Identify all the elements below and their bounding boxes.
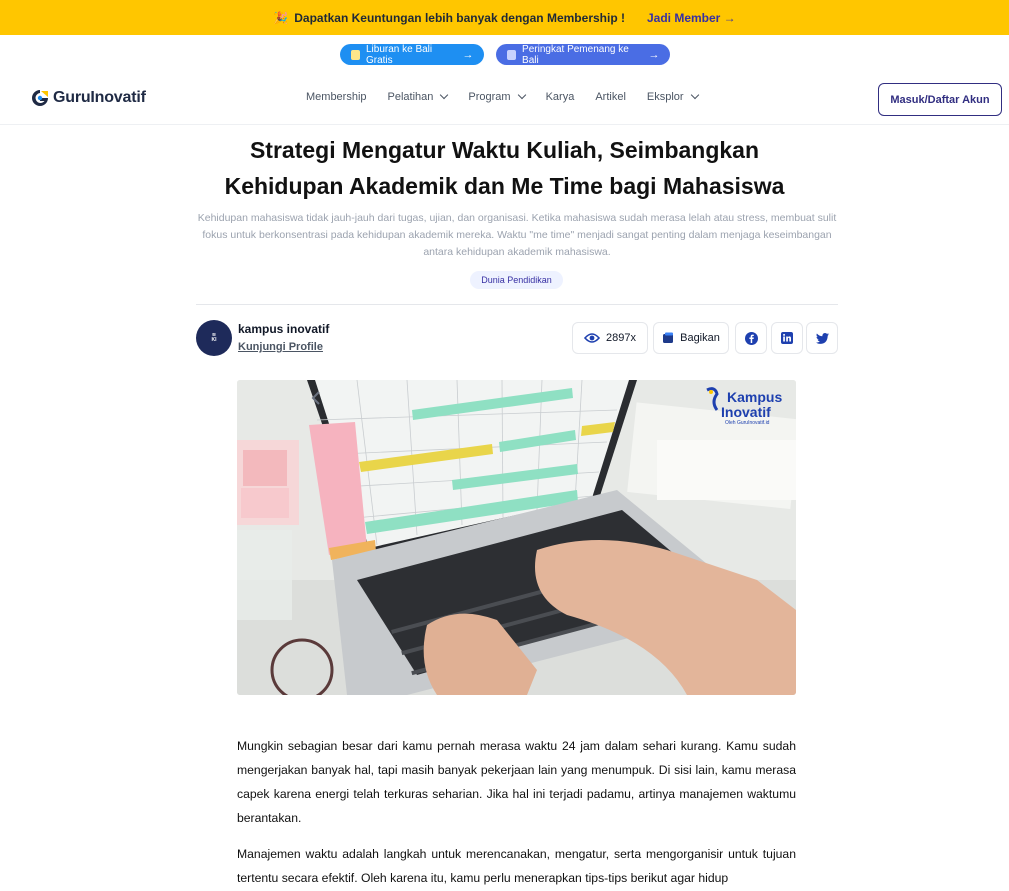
watermark-sub: Oleh GuruInovatif.id: [725, 420, 770, 426]
nav-item-eksplor[interactable]: Eksplor: [646, 90, 699, 103]
linkedin-share-button[interactable]: [771, 322, 803, 354]
nav-item-program[interactable]: Program: [468, 90, 526, 103]
visit-profile-link[interactable]: Kunjungi Profile: [238, 341, 323, 353]
article-paragraph: Manajemen waktu adalah langkah untuk mer…: [237, 847, 796, 885]
avatar[interactable]: ≋ KI: [196, 320, 232, 356]
avatar-logo-icon: ≋ KI: [211, 332, 217, 343]
nav-item-karya[interactable]: Karya: [546, 91, 575, 103]
promo-bar: 🎉 Dapatkan Keuntungan lebih banyak denga…: [0, 0, 1009, 35]
bali-holiday-pill[interactable]: Liburan ke Bali Gratis →: [339, 43, 484, 66]
twitter-share-button[interactable]: [806, 322, 838, 354]
nav-label: Membership: [306, 91, 367, 103]
nav-label: Program: [468, 91, 511, 103]
nav-label: Karya: [545, 91, 575, 103]
chevron-down-icon: [440, 90, 449, 100]
watermark-line-2: Inovatif: [721, 404, 771, 420]
article-title: Strategi Mengatur Waktu Kuliah, Seimbang…: [150, 132, 859, 204]
view-count-text: 2897x: [606, 332, 636, 344]
view-count: 2897x: [572, 322, 648, 354]
brand-name: GuruInovatif: [53, 89, 146, 106]
facebook-icon: [744, 331, 758, 345]
chevron-down-icon: [517, 90, 526, 100]
laptop-calendar-illustration: Kampus Inovatif Oleh GuruInovatif.id: [237, 380, 796, 695]
eye-icon: [584, 333, 600, 343]
join-member-link[interactable]: Jadi Member →: [647, 11, 736, 25]
share-icon: [663, 332, 674, 343]
winner-ranking-pill[interactable]: Peringkat Pemenang ke Bali →: [495, 43, 670, 66]
party-popper-icon: 🎉: [273, 10, 289, 25]
author-name[interactable]: kampus inovatif: [238, 322, 329, 336]
nav-menu: Membership Pelatihan Program Karya Artik…: [306, 90, 699, 103]
promo-text: Dapatkan Keuntungan lebih banyak dengan …: [294, 10, 625, 25]
watermark-line-1: Kampus: [727, 389, 782, 405]
pill-label: Peringkat Pemenang ke Bali: [522, 43, 629, 66]
nav-item-membership[interactable]: Membership: [306, 91, 367, 103]
chevron-down-icon: [690, 90, 699, 100]
promo-pills: Liburan ke Bali Gratis → Peringkat Pemen…: [0, 43, 1009, 66]
category-tag[interactable]: Dunia Pendidikan: [470, 271, 563, 289]
nav-label: Artikel: [595, 91, 626, 103]
share-label: Bagikan: [680, 332, 720, 344]
brand-logo[interactable]: GuruInovatif: [30, 88, 146, 108]
chart-icon: [506, 49, 517, 60]
article-paragraph: Mungkin sebagian besar dari kamu pernah …: [237, 739, 796, 825]
article-excerpt: Kehidupan mahasiswa tidak jauh-jauh dari…: [197, 212, 837, 258]
twitter-icon: [815, 332, 829, 344]
title-line-2: Kehidupan Akademik dan Me Time bagi Maha…: [224, 173, 785, 199]
nav-item-pelatihan[interactable]: Pelatihan: [387, 90, 449, 103]
nav-item-artikel[interactable]: Artikel: [595, 91, 626, 103]
hero-image: Kampus Inovatif Oleh GuruInovatif.id: [237, 380, 796, 695]
nav-label: Eksplor: [646, 91, 684, 103]
nav-divider: [0, 124, 1009, 125]
header-divider: [196, 304, 838, 305]
facebook-share-button[interactable]: [735, 322, 767, 354]
nav-label: Pelatihan: [387, 91, 434, 103]
brand-mark-icon: [32, 90, 48, 106]
arrow-right-icon: →: [462, 48, 474, 61]
linkedin-icon: [781, 332, 793, 344]
arrow-right-icon: →: [648, 48, 660, 61]
login-register-button[interactable]: Masuk/Daftar Akun: [878, 83, 1002, 116]
main-navbar: GuruInovatif Membership Pelatihan Progra…: [0, 78, 1009, 124]
palm-icon: [350, 49, 360, 60]
pill-label: Liburan ke Bali Gratis: [365, 43, 433, 66]
share-button[interactable]: Bagikan: [653, 322, 729, 354]
title-line-1: Strategi Mengatur Waktu Kuliah, Seimbang…: [249, 137, 760, 163]
